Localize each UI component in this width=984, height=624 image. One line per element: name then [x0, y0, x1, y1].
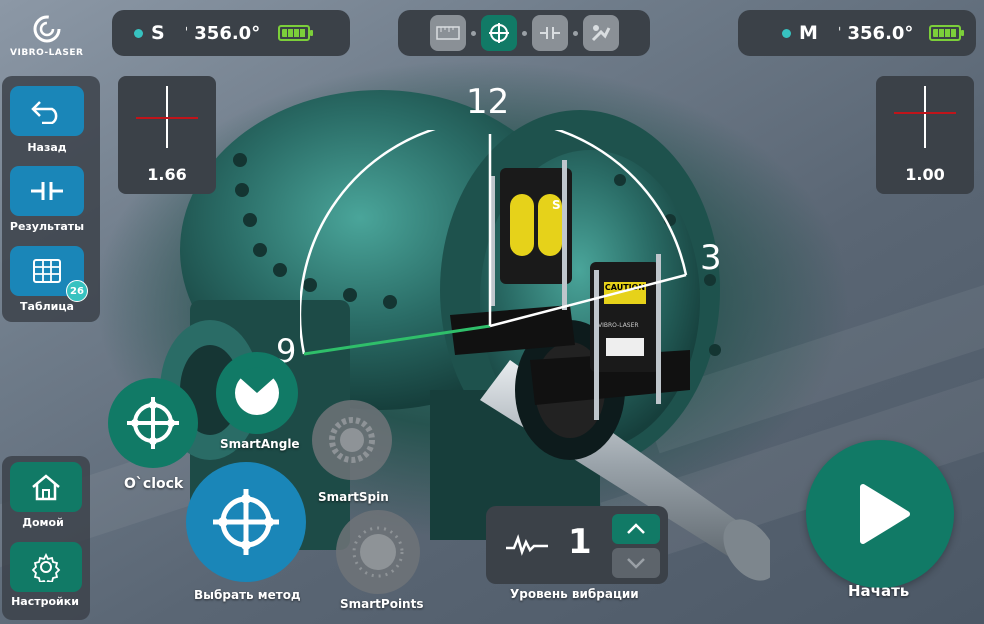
choose-method-label: Выбрать метод [194, 588, 301, 602]
offset-box-right: 1.00 [876, 76, 974, 194]
tab-ruler[interactable] [429, 15, 466, 51]
table-icon [33, 259, 61, 283]
smartspin-method-button[interactable] [312, 400, 392, 480]
back-button[interactable] [10, 86, 84, 136]
vibration-decrease-button[interactable] [612, 548, 660, 578]
vibration-label: Уровень вибрации [510, 587, 639, 601]
sensor-letter: M [799, 22, 818, 44]
chevron-down-icon [627, 558, 645, 569]
target-icon [488, 23, 509, 43]
machine-icon [591, 25, 610, 42]
vibration-wave-icon [506, 534, 548, 556]
smartspin-icon [329, 417, 375, 463]
tab-machine[interactable] [582, 15, 619, 51]
crosshair-horizontal [894, 112, 956, 114]
sensor-angle: 356.0° [847, 22, 914, 44]
coupling-icon [539, 27, 560, 39]
sensor-m-status: M ˈ 356.0° [738, 10, 976, 56]
crosshair-vertical [924, 86, 926, 148]
results-button[interactable] [10, 166, 84, 216]
vibration-value: 1 [568, 522, 592, 562]
offset-value: 1.66 [147, 165, 187, 184]
mode-tabs [398, 10, 650, 56]
connection-indicator [134, 28, 143, 38]
back-arrow-icon [31, 101, 58, 124]
settings-button[interactable] [10, 542, 82, 592]
oclock-crosshair-icon [127, 397, 179, 449]
smartpoints-method-button[interactable] [336, 510, 420, 594]
brand-name: VIBRO-LASER [10, 48, 84, 58]
smartangle-method-button[interactable] [216, 352, 298, 434]
connection-indicator [782, 28, 791, 38]
method-crosshair-icon [213, 489, 279, 555]
clock-label-12: 12 [466, 82, 510, 122]
vibration-level-control: 1 [486, 506, 668, 584]
settings-label: Настройки [11, 595, 79, 608]
chevron-up-icon [627, 523, 645, 534]
oclock-label: O`clock [124, 476, 184, 492]
smartangle-label: SmartAngle [220, 437, 300, 451]
smartspin-label: SmartSpin [318, 490, 389, 504]
clock-arc-overlay [300, 130, 688, 356]
sensor-letter: S [151, 22, 165, 44]
home-icon [32, 474, 60, 501]
smartpoints-icon [352, 526, 404, 578]
smartpoints-label: SmartPoints [340, 597, 424, 611]
logo-icon [33, 15, 61, 43]
clock-label-3: 3 [700, 238, 722, 278]
ruler-icon [435, 26, 460, 40]
battery-icon [929, 25, 965, 41]
choose-method-button[interactable] [186, 462, 306, 582]
home-label: Домой [22, 516, 64, 529]
crosshair-horizontal [136, 117, 198, 119]
results-label: Результаты [9, 220, 85, 233]
offset-value: 1.00 [905, 165, 945, 184]
results-coupling-icon [31, 182, 63, 200]
vibration-increase-button[interactable] [612, 514, 660, 544]
angle-tick-icon: ˈ [837, 25, 842, 41]
tab-coupling[interactable] [531, 15, 568, 51]
smartangle-icon [235, 367, 279, 415]
back-label: Назад [27, 141, 67, 154]
sensor-angle: 356.0° [194, 22, 261, 44]
start-label: Начать [848, 582, 910, 600]
sensor-s-status: S ˈ 356.0° [112, 10, 350, 56]
gear-icon [31, 552, 61, 582]
play-icon [860, 484, 910, 544]
start-button[interactable] [806, 440, 954, 588]
home-button[interactable] [10, 462, 82, 512]
tab-target[interactable] [480, 15, 517, 51]
battery-icon [278, 25, 314, 41]
brand-logo: VIBRO-LASER [8, 12, 88, 62]
angle-tick-icon: ˈ [184, 25, 189, 41]
oclock-method-button[interactable] [108, 378, 198, 468]
offset-box-left: 1.66 [118, 76, 216, 194]
table-label: Таблица [20, 300, 74, 313]
table-count-badge: 26 [66, 280, 88, 302]
